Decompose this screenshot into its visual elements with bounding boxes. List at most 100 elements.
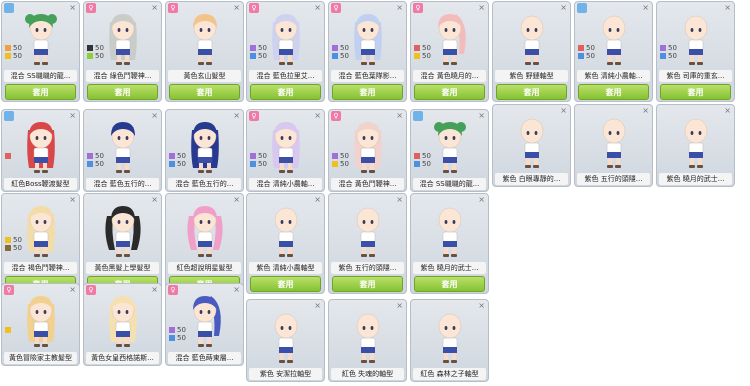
hair-name: 混合 藍色蒔東層...: [168, 352, 241, 364]
hair-card[interactable]: ♀ × 50 50 混合 綠色鬥鞭神... 套用: [83, 1, 162, 102]
color-swatch: [87, 53, 93, 59]
color-swatch: [5, 53, 11, 59]
color-swatch: [250, 53, 256, 59]
color-ratio-row: 50: [5, 236, 22, 244]
use-button[interactable]: 套用: [332, 276, 403, 292]
color-ratio-row: 50: [5, 44, 22, 52]
hair-card[interactable]: × 紫色 曉月的武士...: [656, 104, 735, 187]
color-ratio-value: 50: [95, 44, 104, 52]
color-ratio-row: 50: [414, 52, 431, 60]
hair-card[interactable]: × 紫色 清純小農軸型 套用: [246, 193, 325, 294]
use-button[interactable]: 套用: [660, 84, 731, 100]
hair-name: 混合 SS嘰嘰的龍...: [4, 70, 77, 82]
use-button[interactable]: 套用: [414, 276, 485, 292]
hair-card[interactable]: × 50 50 混合 SS嘰嘰的龍... 套用: [1, 1, 80, 102]
hair-name: 混合 褐色鬥鞭神...: [4, 262, 77, 274]
use-button[interactable]: 套用: [250, 84, 321, 100]
hair-card[interactable]: × 紅色 森林之子軸型: [410, 299, 489, 382]
avatar: [84, 202, 161, 260]
use-button[interactable]: 套用: [5, 84, 76, 100]
color-ratio-list: 50 50: [250, 152, 267, 168]
color-swatch: [87, 153, 93, 159]
hair-name: 混合 SS嘰嘰的龍...: [413, 178, 486, 190]
color-ratio-row: 50: [169, 152, 186, 160]
hair-name: 紫色 司庫的重玄...: [659, 70, 732, 82]
color-ratio-row: 50: [169, 160, 186, 168]
color-ratio-row: 50: [660, 52, 677, 60]
hair-card[interactable]: × 紅色Boss鞭渡髮型: [1, 109, 80, 192]
color-swatch: [169, 153, 175, 159]
color-ratio-row: 50: [660, 44, 677, 52]
hair-card[interactable]: ♀ × 50 50 混合 清純小農軸...: [246, 109, 325, 192]
color-ratio-row: 50: [578, 44, 595, 52]
hair-card[interactable]: ♀ × 50 50 混合 黃色鬥鞭神...: [328, 109, 407, 192]
hair-card[interactable]: ♀ × 黃色女皇西格諾斯...: [83, 283, 162, 366]
color-swatch: [578, 53, 584, 59]
hair-name: 黃色黑髮上學髮型: [86, 262, 159, 274]
use-button[interactable]: 套用: [87, 84, 158, 100]
color-ratio-value: 50: [95, 52, 104, 60]
use-button[interactable]: 套用: [250, 276, 321, 292]
hair-card[interactable]: × 50 50 紫色 清純小農軸... 套用: [574, 1, 653, 102]
color-swatch: [250, 161, 256, 167]
hair-card[interactable]: ♀ × 黃色玄山髮型 套用: [165, 1, 244, 102]
hair-name: 混合 藍色五行的...: [168, 178, 241, 190]
color-ratio-value: 50: [340, 44, 349, 52]
color-ratio-row: 50: [5, 244, 22, 252]
color-ratio-value: 50: [258, 160, 267, 168]
color-swatch: [5, 153, 11, 159]
hair-card[interactable]: × 50 50 混合 藍色五行的...: [83, 109, 162, 192]
hair-card[interactable]: ♀ × 50 50 混合 藍色蒔東層...: [165, 283, 244, 366]
hair-card[interactable]: ♀ × 50 50 混合 藍色拉里艾... 套用: [246, 1, 325, 102]
hair-card[interactable]: × 紅色 失魂的軸型: [328, 299, 407, 382]
use-button[interactable]: 套用: [332, 84, 403, 100]
hair-name: 混合 藍色五行的...: [86, 178, 159, 190]
color-ratio-value: 50: [340, 160, 349, 168]
color-ratio-value: 50: [177, 334, 186, 342]
avatar: [411, 202, 488, 260]
avatar: [2, 292, 79, 350]
hair-card[interactable]: × 50 50 紫色 司庫的重玄... 套用: [656, 1, 735, 102]
color-ratio-list: 50 50: [169, 326, 186, 342]
color-ratio-row: 50: [250, 44, 267, 52]
hair-card[interactable]: ×5050混合 褐色鬥鞭神...套用: [1, 193, 80, 294]
hair-card[interactable]: ♀ × 黃色冒險家主教髮型: [1, 283, 80, 366]
color-swatch: [5, 327, 11, 333]
color-swatch: [660, 53, 666, 59]
color-ratio-list: 50 50: [87, 152, 104, 168]
color-ratio-row: 50: [250, 160, 267, 168]
color-swatch: [578, 45, 584, 51]
hair-card[interactable]: ×黃色黑髮上學髮型套用: [83, 193, 162, 294]
hair-card[interactable]: ♀ × 50 50 混合 黃色曉月的... 套用: [410, 1, 489, 102]
color-ratio-list: [5, 152, 13, 160]
hair-card[interactable]: ×紅色超說明星髮型套用: [165, 193, 244, 294]
color-swatch: [5, 45, 11, 51]
hair-card[interactable]: × 紫色 五行的頭隱... 套用: [328, 193, 407, 294]
avatar: [411, 308, 488, 366]
color-swatch: [414, 53, 420, 59]
avatar: [329, 202, 406, 260]
hair-name: 混合 藍色葉隊影...: [331, 70, 404, 82]
hair-card[interactable]: × 紫色 野鏈軸型 套用: [492, 1, 571, 102]
hair-name: 黃色女皇西格諾斯...: [86, 352, 159, 364]
color-ratio-list: 50 50: [250, 44, 267, 60]
hair-card[interactable]: × 紫色 曉月的武士... 套用: [410, 193, 489, 294]
color-ratio-list: 50 50: [578, 44, 595, 60]
use-button[interactable]: 套用: [578, 84, 649, 100]
avatar: [84, 292, 161, 350]
hair-card[interactable]: × 紫色 五行的頭隱...: [574, 104, 653, 187]
use-button[interactable]: 套用: [496, 84, 567, 100]
avatar: [166, 10, 243, 68]
hair-card[interactable]: ♀ × 50 50 混合 藍色葉隊影... 套用: [328, 1, 407, 102]
use-button[interactable]: 套用: [169, 84, 240, 100]
hair-name: 混合 藍色拉里艾...: [249, 70, 322, 82]
hair-card[interactable]: × 紫色 白眼專靜的...: [492, 104, 571, 187]
use-button[interactable]: 套用: [414, 84, 485, 100]
hair-card[interactable]: × 紫色 安潔拉軸型: [246, 299, 325, 382]
hair-card[interactable]: × 50 50 混合 SS嘰嘰的龍...: [410, 109, 489, 192]
color-swatch: [5, 237, 11, 243]
hair-name: 混合 清純小農軸...: [249, 178, 322, 190]
hair-name: 紅色Boss鞭渡髮型: [4, 178, 77, 190]
avatar: [2, 118, 79, 176]
hair-card[interactable]: × 50 50 混合 藍色五行的...: [165, 109, 244, 192]
